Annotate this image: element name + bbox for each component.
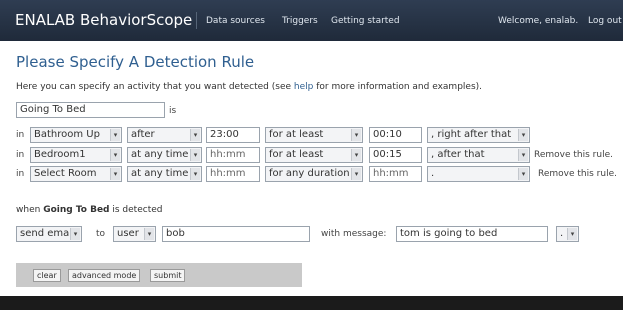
- rule-3-room-value: Select Room: [34, 168, 97, 179]
- intro-text-before: Here you can specify an activity that yo…: [16, 82, 294, 92]
- rule-1-in-label: in: [16, 130, 25, 140]
- help-link[interactable]: help: [294, 82, 313, 92]
- rule-3-connector-value: .: [431, 168, 435, 179]
- rule-1-when-value: after: [131, 129, 155, 140]
- chevron-down-icon: ▾: [351, 129, 361, 141]
- welcome-text: Welcome, enalab.: [498, 16, 579, 26]
- submit-button[interactable]: submit: [150, 269, 186, 282]
- chevron-down-icon: ▾: [190, 168, 200, 180]
- page-title: Please Specify A Detection Rule: [16, 53, 255, 71]
- chevron-down-icon: ▾: [518, 149, 528, 161]
- rule-2-remove-link[interactable]: Remove this rule.: [534, 150, 613, 160]
- rule-1-connector-value: , right after that: [431, 129, 512, 140]
- rule-1-when-select[interactable]: after ▾: [127, 127, 202, 143]
- rule-1-room-value: Bathroom Up: [34, 129, 100, 140]
- chevron-down-icon: ▾: [518, 168, 528, 180]
- chevron-down-icon: ▾: [144, 228, 154, 240]
- rule-3-when-value: at any time: [131, 168, 189, 179]
- to-label: to: [96, 229, 106, 239]
- when-suffix: is detected: [112, 205, 163, 215]
- chevron-down-icon: ▾: [70, 228, 80, 240]
- action-method-select[interactable]: send email ▾: [16, 226, 82, 242]
- header-divider: [196, 12, 197, 29]
- nav-data-sources[interactable]: Data sources: [206, 16, 265, 26]
- activity-name-input[interactable]: Going To Bed: [16, 102, 165, 118]
- rule-2-room-value: Bedroom1: [34, 149, 86, 160]
- intro-text-after: for more information and examples).: [313, 82, 483, 92]
- rule-3-in-label: in: [16, 169, 25, 179]
- rule-2-time-input[interactable]: hh:mm: [206, 147, 260, 163]
- rule-2-duration-mode-value: for at least: [269, 149, 324, 160]
- rule-2-connector-value: , after that: [431, 149, 485, 160]
- rule-3-remove-link[interactable]: Remove this rule.: [538, 169, 617, 179]
- rule-2-in-label: in: [16, 150, 25, 160]
- form-action-bar: clear advanced mode submit: [16, 263, 302, 287]
- chevron-down-icon: ▾: [567, 228, 577, 240]
- rule-3-time-input[interactable]: hh:mm: [206, 166, 260, 182]
- nav-triggers[interactable]: Triggers: [282, 16, 318, 26]
- punctuation-select[interactable]: . ▾: [556, 226, 579, 242]
- chevron-down-icon: ▾: [351, 168, 361, 180]
- top-navigation-bar: ENALAB BehaviorScope Data sources Trigge…: [0, 0, 623, 41]
- rule-3-connector-select[interactable]: . ▾: [427, 166, 530, 182]
- rule-2-room-select[interactable]: Bedroom1 ▾: [30, 147, 122, 163]
- rule-3-duration-mode-value: for any duration: [269, 168, 350, 179]
- recipient-input[interactable]: bob: [162, 226, 310, 242]
- rule-1-duration-input[interactable]: 00:10: [369, 127, 422, 143]
- rule-1-connector-select[interactable]: , right after that ▾: [427, 127, 530, 143]
- chevron-down-icon: ▾: [110, 129, 120, 141]
- rule-1-time-input[interactable]: 23:00: [206, 127, 260, 143]
- recipient-type-value: user: [117, 228, 139, 239]
- rule-1-duration-mode-value: for at least: [269, 129, 324, 140]
- rule-3-duration-input[interactable]: hh:mm: [369, 166, 422, 182]
- footer-bar: [0, 296, 623, 310]
- rule-3-duration-mode-select[interactable]: for any duration ▾: [265, 166, 363, 182]
- message-label: with message:: [321, 229, 387, 239]
- when-detected-text: when Going To Bed is detected: [16, 205, 162, 215]
- chevron-down-icon: ▾: [110, 149, 120, 161]
- rule-2-when-select[interactable]: at any time ▾: [127, 147, 202, 163]
- logout-link[interactable]: Log out: [588, 16, 622, 26]
- intro-text: Here you can specify an activity that yo…: [16, 82, 482, 92]
- app-brand[interactable]: ENALAB BehaviorScope: [15, 11, 192, 29]
- rule-2-when-value: at any time: [131, 149, 189, 160]
- rule-2-duration-mode-select[interactable]: for at least ▾: [265, 147, 363, 163]
- rule-1-room-select[interactable]: Bathroom Up ▾: [30, 127, 122, 143]
- message-input[interactable]: tom is going to bed: [396, 226, 548, 242]
- chevron-down-icon: ▾: [190, 129, 200, 141]
- rule-2-duration-input[interactable]: 00:15: [369, 147, 422, 163]
- advanced-mode-button[interactable]: advanced mode: [68, 269, 141, 282]
- action-method-value: send email: [20, 228, 75, 239]
- punctuation-value: .: [560, 228, 564, 239]
- chevron-down-icon: ▾: [190, 149, 200, 161]
- chevron-down-icon: ▾: [351, 149, 361, 161]
- clear-button[interactable]: clear: [33, 269, 61, 282]
- nav-getting-started[interactable]: Getting started: [331, 16, 400, 26]
- rule-2-connector-select[interactable]: , after that ▾: [427, 147, 530, 163]
- is-label: is: [169, 106, 177, 116]
- rule-3-when-select[interactable]: at any time ▾: [127, 166, 202, 182]
- chevron-down-icon: ▾: [518, 129, 528, 141]
- recipient-type-select[interactable]: user ▾: [113, 226, 156, 242]
- when-prefix: when: [16, 205, 41, 215]
- when-activity: Going To Bed: [43, 205, 110, 215]
- rule-3-room-select[interactable]: Select Room ▾: [30, 166, 122, 182]
- rule-1-duration-mode-select[interactable]: for at least ▾: [265, 127, 363, 143]
- chevron-down-icon: ▾: [110, 168, 120, 180]
